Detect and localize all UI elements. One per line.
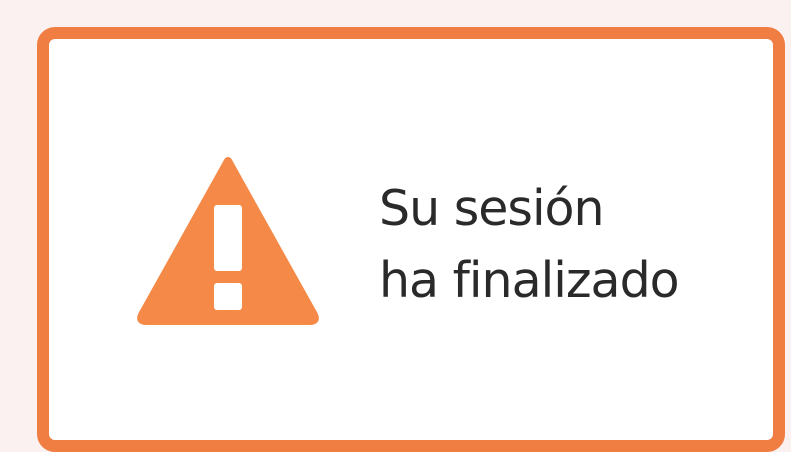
session-ended-alert: Su sesión ha finalizado (37, 27, 785, 452)
message-line-2: ha finalizado (379, 252, 680, 309)
message-line-1: Su sesión (379, 180, 605, 237)
warning-icon (137, 157, 319, 325)
session-ended-message: Su sesión ha finalizado (379, 173, 759, 317)
